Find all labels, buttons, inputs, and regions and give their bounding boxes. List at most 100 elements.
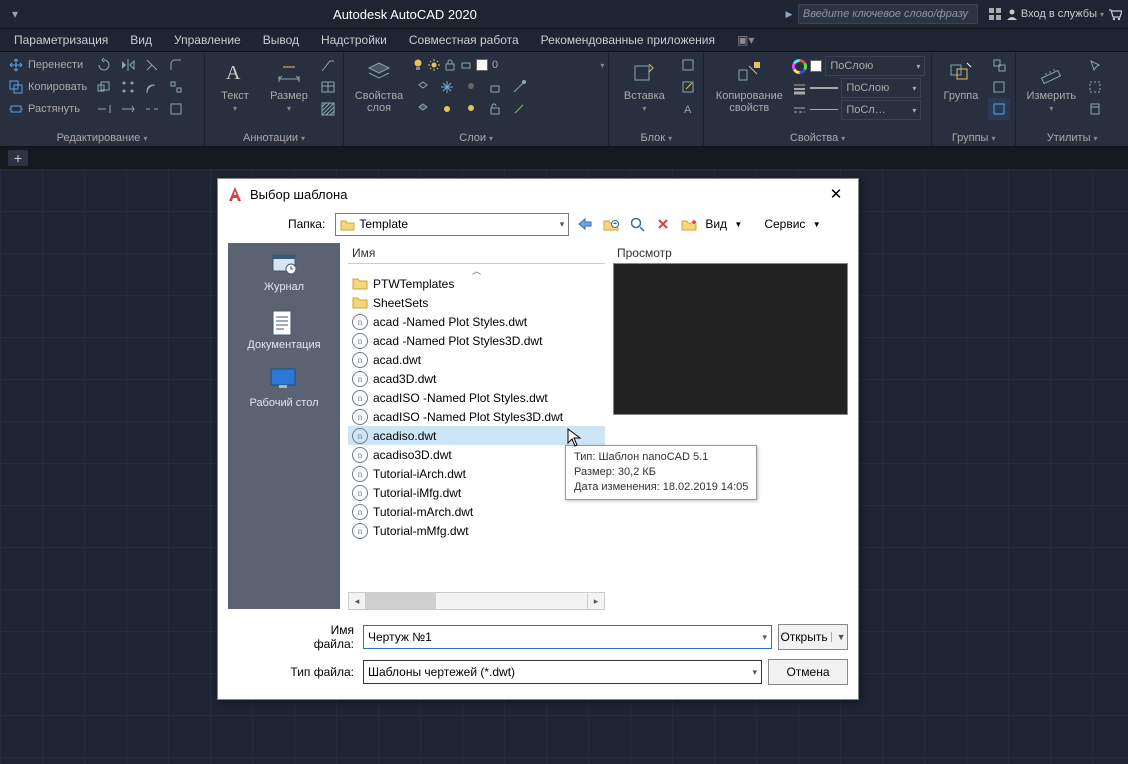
color-wheel-icon[interactable]: [792, 59, 807, 74]
measure-button[interactable]: Измерить▾: [1020, 54, 1082, 130]
folder-combo[interactable]: Template ▾: [335, 213, 569, 236]
layer-match-button[interactable]: [508, 76, 530, 98]
delete-button[interactable]: [653, 214, 673, 234]
layer-current-button[interactable]: [508, 98, 530, 120]
layer-freeze-button[interactable]: [436, 76, 458, 98]
collapse-chevron[interactable]: ︿: [348, 264, 605, 274]
layer-lock-button[interactable]: [484, 76, 506, 98]
file-list[interactable]: PTWTemplatesSheetSetsnacad -Named Plot S…: [348, 274, 605, 593]
file-row[interactable]: PTWTemplates: [348, 274, 605, 293]
file-row[interactable]: nTutorial-mMfg.dwt: [348, 521, 605, 540]
lengthen-button[interactable]: [117, 98, 139, 120]
layer-on-button[interactable]: [460, 98, 482, 120]
break-button[interactable]: [141, 98, 163, 120]
qselect-button[interactable]: [1084, 76, 1106, 98]
explode-button[interactable]: [165, 76, 187, 98]
lock-icon[interactable]: [444, 59, 456, 71]
scroll-thumb[interactable]: [366, 593, 436, 609]
file-row[interactable]: nacadISO -Named Plot Styles3D.dwt: [348, 407, 605, 426]
file-row[interactable]: nacad -Named Plot Styles.dwt: [348, 312, 605, 331]
scroll-right[interactable]: ▸: [587, 592, 605, 610]
calc-button[interactable]: [1084, 98, 1106, 120]
close-button[interactable]: ✕: [822, 184, 850, 204]
join-button[interactable]: [165, 98, 187, 120]
file-row[interactable]: nacad.dwt: [348, 350, 605, 369]
hscrollbar[interactable]: ◂ ▸: [348, 593, 605, 609]
hatch-button[interactable]: [317, 98, 339, 120]
mirror-button[interactable]: [117, 54, 139, 76]
extend-button[interactable]: [93, 98, 115, 120]
places-docs[interactable]: Документация: [247, 309, 320, 351]
text-button[interactable]: AТекст▾: [209, 54, 261, 130]
linetype-combo[interactable]: ПоСл…▾: [841, 100, 921, 120]
layer-unlock-button[interactable]: [484, 98, 506, 120]
array-button[interactable]: [117, 76, 139, 98]
menu-featured[interactable]: Рекомендованные приложения: [531, 31, 725, 49]
up-folder-button[interactable]: [601, 214, 621, 234]
back-button[interactable]: [575, 214, 595, 234]
create-block-button[interactable]: [677, 54, 699, 76]
group-select-button[interactable]: [988, 98, 1010, 120]
move-button[interactable]: Перенести: [4, 54, 91, 76]
menu-parametrize[interactable]: Параметризация: [4, 31, 118, 49]
places-history[interactable]: Журнал: [264, 251, 304, 293]
rotate-button[interactable]: [93, 54, 115, 76]
matchprops-button[interactable]: Копирование свойств: [708, 54, 790, 130]
lineweight-icon[interactable]: [792, 81, 807, 96]
menu-addins[interactable]: Надстройки: [311, 31, 397, 49]
sun-icon[interactable]: [428, 59, 440, 71]
offset-button[interactable]: [141, 76, 163, 98]
panel-edit-title[interactable]: Редактирование▾: [4, 130, 200, 146]
stretch-button[interactable]: Растянуть: [4, 98, 91, 120]
group-button[interactable]: Группа: [936, 54, 986, 130]
file-row[interactable]: nacadiso.dwt: [348, 426, 605, 445]
lineweight-combo[interactable]: ПоСлою▾: [841, 78, 921, 98]
qat-menu[interactable]: ▾: [6, 5, 24, 23]
ungroup-button[interactable]: [988, 54, 1010, 76]
new-tab-button[interactable]: +: [8, 150, 28, 166]
dialog-titlebar[interactable]: Выбор шаблона ✕: [218, 179, 858, 209]
menu-output[interactable]: Вывод: [253, 31, 309, 49]
view-menu[interactable]: Вид ▼: [705, 217, 742, 231]
search-input[interactable]: Введите ключевое слово/фразу: [798, 4, 978, 24]
scale-button[interactable]: [93, 76, 115, 98]
scroll-left[interactable]: ◂: [348, 592, 366, 610]
fillet-button[interactable]: [165, 54, 187, 76]
file-row[interactable]: nacad3D.dwt: [348, 369, 605, 388]
panel-props-title[interactable]: Свойства▾: [708, 130, 927, 146]
panel-groups-title[interactable]: Группы▾: [936, 130, 1011, 146]
panel-annot-title[interactable]: Аннотации▾: [209, 130, 339, 146]
search-web-button[interactable]: [627, 214, 647, 234]
panel-layers-title[interactable]: Слои▾: [348, 130, 604, 146]
edit-block-button[interactable]: [677, 76, 699, 98]
signin-button[interactable]: Вход в службы▾: [1006, 8, 1104, 20]
copy-button[interactable]: Копировать: [4, 76, 91, 98]
qat-chevron[interactable]: ▶: [780, 5, 798, 23]
linetype-icon[interactable]: [792, 103, 807, 118]
file-row[interactable]: SheetSets: [348, 293, 605, 312]
filename-input[interactable]: Чертуж №1▾: [363, 625, 772, 649]
dimension-button[interactable]: Размер▾: [263, 54, 315, 130]
panel-block-title[interactable]: Блок▾: [613, 130, 699, 146]
cart-icon[interactable]: [1108, 8, 1122, 21]
color-combo[interactable]: ПоСлою▾: [825, 56, 925, 76]
select-button[interactable]: [1084, 54, 1106, 76]
plot-icon[interactable]: [460, 59, 472, 71]
file-row[interactable]: nacad -Named Plot Styles3D.dwt: [348, 331, 605, 350]
filetype-combo[interactable]: Шаблоны чертежей (*.dwt)▾: [363, 660, 762, 684]
panel-util-title[interactable]: Утилиты▾: [1020, 130, 1124, 146]
leader-button[interactable]: [317, 54, 339, 76]
trim-button[interactable]: [141, 54, 163, 76]
group-edit-button[interactable]: [988, 76, 1010, 98]
name-column[interactable]: Имя: [352, 246, 375, 260]
layer-thaw-button[interactable]: [436, 98, 458, 120]
places-desktop[interactable]: Рабочий стол: [249, 367, 318, 409]
exchange-icon[interactable]: [988, 7, 1002, 21]
file-row[interactable]: nTutorial-mArch.dwt: [348, 502, 605, 521]
menu-overflow[interactable]: ▣▾: [727, 31, 764, 49]
layer-uniso-button[interactable]: [412, 98, 434, 120]
menu-collab[interactable]: Совместная работа: [399, 31, 529, 49]
layer-dropdown[interactable]: ▾: [600, 61, 604, 70]
attributes-button[interactable]: A: [677, 98, 699, 120]
color-swatch[interactable]: [476, 59, 488, 71]
